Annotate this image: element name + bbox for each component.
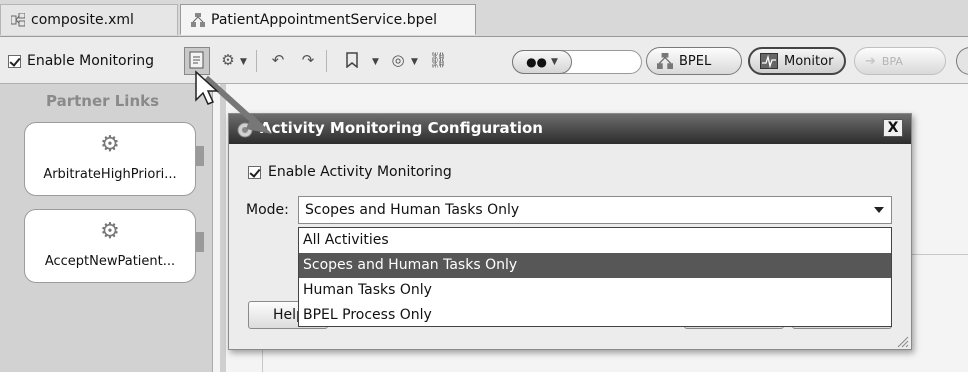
service-gear-icon: ⚙ — [100, 219, 120, 244]
tab-bpel[interactable]: PatientAppointmentService.bpel — [180, 4, 476, 35]
service-gear-icon: ⚙ — [100, 132, 120, 157]
mode-select[interactable]: Scopes and Human Tasks Only — [298, 196, 892, 224]
mode-option[interactable]: BPEL Process Only — [299, 303, 891, 328]
canvas-guide-line — [912, 254, 968, 255]
tab-bpel-label: PatientAppointmentService.bpel — [211, 11, 437, 28]
dialog-close-button[interactable]: X — [883, 119, 903, 137]
partner-link-connector — [196, 232, 204, 252]
partner-links-title: Partner Links — [46, 92, 160, 110]
bookmark-icon[interactable] — [342, 50, 362, 70]
bpa-icon: ➔ — [865, 53, 876, 69]
mouse-cursor-icon — [195, 70, 219, 105]
bpel-icon — [657, 53, 673, 69]
bpel-button-label: BPEL — [679, 53, 712, 69]
monitor-button-label: Monitor — [784, 53, 834, 69]
enable-activity-monitoring-toggle[interactable]: Enable Activity Monitoring — [248, 164, 452, 180]
monitor-view-button[interactable]: Monitor — [748, 47, 846, 75]
redo-icon[interactable]: ↷ — [298, 50, 318, 70]
partner-link-accept-new-patient[interactable]: ⚙ AcceptNewPatient... — [24, 209, 196, 283]
bpa-view-button[interactable]: ➔ BPA — [854, 47, 946, 75]
binoculars-icon: ●● — [526, 55, 548, 69]
enable-monitoring-checkbox[interactable] — [8, 54, 21, 68]
enable-monitoring-toggle[interactable]: Enable Monitoring — [8, 53, 154, 69]
bpa-button-label: BPA — [881, 54, 903, 68]
bookmark-dropdown-icon[interactable]: ▼ — [372, 57, 379, 67]
mode-options-list-overlay: All Activities Scopes and Human Tasks On… — [298, 227, 892, 327]
partner-link-connector — [196, 146, 204, 166]
mode-option[interactable]: Human Tasks Only — [299, 278, 891, 303]
validate-icon[interactable]: ⚙ — [218, 50, 238, 70]
dialog-app-icon — [236, 120, 254, 138]
globe-icon[interactable]: ◎ — [388, 50, 408, 70]
enable-activity-monitoring-label: Enable Activity Monitoring — [268, 164, 452, 180]
composite-icon — [10, 12, 26, 27]
chevron-down-icon: ▼ — [551, 57, 558, 67]
zoom-search-field[interactable]: ●● ▼ — [512, 50, 642, 74]
partner-link-label: AcceptNewPatient... — [44, 254, 176, 269]
toolbar-separator — [326, 50, 327, 72]
canvas-guide-line — [262, 350, 263, 372]
canvas-border — [220, 84, 226, 372]
bpel-process-icon — [191, 12, 205, 27]
mode-option-selected[interactable]: Scopes and Human Tasks Only — [299, 253, 891, 278]
toolbar-separator — [256, 50, 257, 72]
tab-composite-label: composite.xml — [31, 12, 134, 28]
globe-dropdown-icon[interactable]: ▼ — [411, 57, 418, 67]
bpel-view-button[interactable]: BPEL — [646, 47, 742, 75]
enable-monitoring-label: Enable Monitoring — [27, 53, 155, 69]
dialog-title: Activity Monitoring Configuration — [260, 119, 543, 137]
monitor-icon — [760, 53, 778, 69]
partner-link-label: ArbitrateHighPriori... — [43, 167, 177, 182]
resize-grip-icon[interactable] — [895, 334, 909, 348]
validate-dropdown-icon[interactable]: ▼ — [240, 57, 247, 67]
enable-activity-monitoring-checkbox[interactable] — [248, 165, 261, 179]
chevron-down-icon — [874, 207, 884, 213]
partner-link-arbitrate[interactable]: ⚙ ArbitrateHighPriori... — [24, 122, 196, 196]
zoom-dropdown[interactable]: ●● ▼ — [512, 50, 572, 74]
tab-composite[interactable]: composite.xml — [0, 4, 178, 35]
mode-option[interactable]: All Activities — [299, 228, 891, 253]
mode-label: Mode: — [246, 202, 289, 218]
mode-selected-value: Scopes and Human Tasks Only — [305, 202, 520, 218]
undo-icon[interactable]: ↶ — [268, 50, 288, 70]
link-icon[interactable]: ⛓ — [428, 50, 448, 70]
